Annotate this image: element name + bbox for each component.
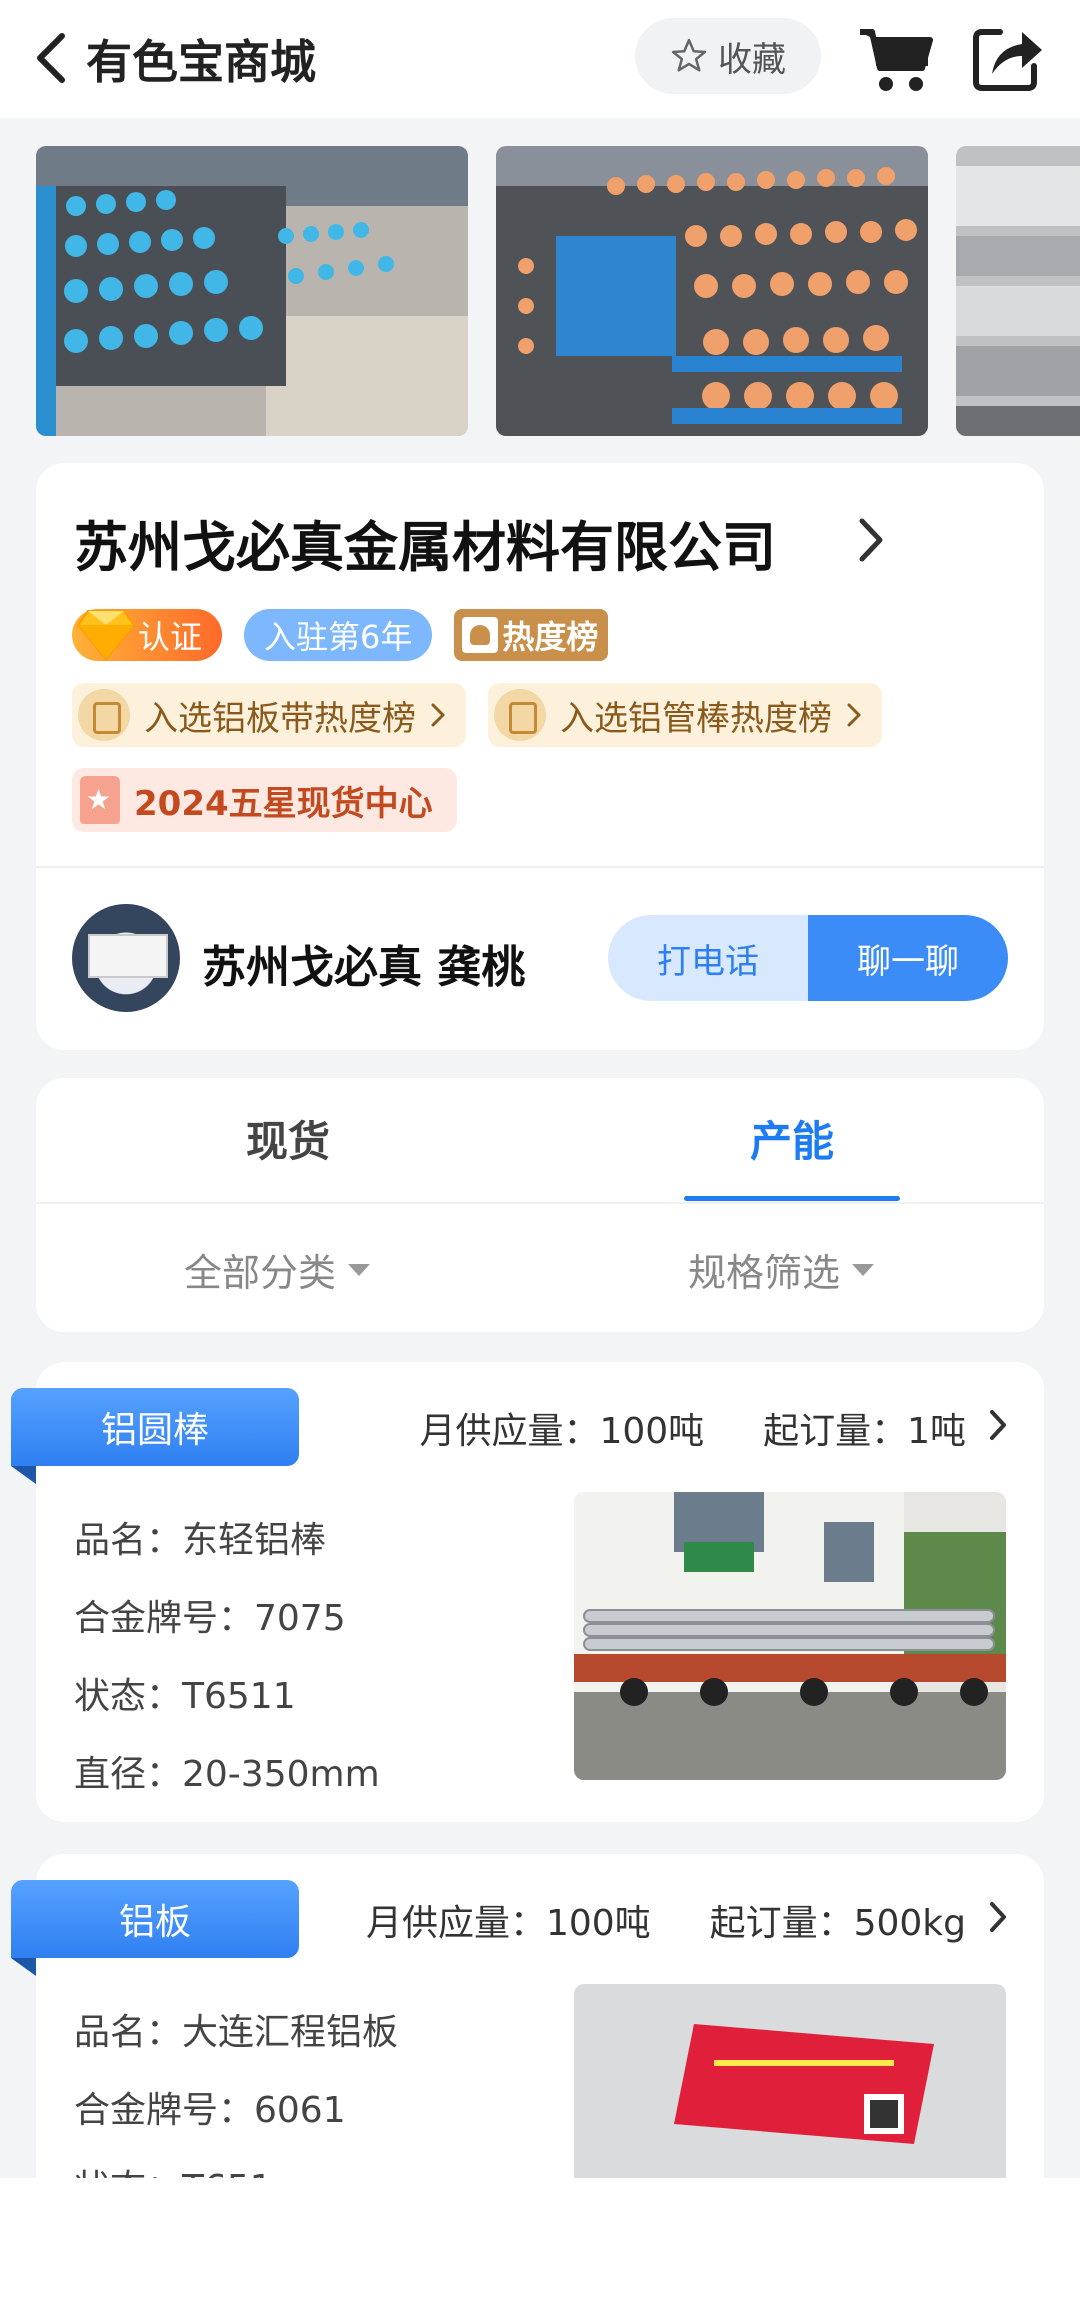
diamond-icon: [76, 610, 136, 661]
product-name: 品名：东轻铝棒: [74, 1520, 327, 1561]
min-order: 起订量：1吨: [763, 1411, 966, 1452]
ranking-tag[interactable]: 入选铝管棒热度榜: [488, 683, 882, 747]
cert-badge: 认证: [72, 609, 223, 661]
contact-name: 苏州戈必真 龚桃: [202, 942, 526, 993]
award-label: 2024五星现货中心: [134, 783, 433, 824]
product-name: 品名：大连汇程铝板: [74, 2012, 399, 2053]
spec-filter[interactable]: 规格筛选: [688, 1242, 875, 1297]
tab-spot[interactable]: 现货: [188, 1108, 388, 1169]
page-title: 有色宝商城: [86, 35, 316, 89]
cert-badge-label: 认证: [138, 618, 203, 656]
chevron-right-icon: [847, 703, 861, 727]
tabs-card: 现货 产能 全部分类 规格筛选: [36, 1078, 1044, 1332]
contact-buttons: 打电话 聊一聊: [608, 915, 1008, 1001]
gallery-photo[interactable]: [956, 146, 1080, 436]
monthly-supply: 月供应量：100吨: [419, 1411, 705, 1452]
supply-info: 月供应量：100吨 起订量：1吨: [419, 1402, 966, 1454]
favorite-button[interactable]: 收藏: [635, 18, 821, 94]
ranking-tag[interactable]: 入选铝板带热度榜: [72, 683, 466, 747]
tab-capacity[interactable]: 产能: [692, 1108, 892, 1169]
category-filter-label: 全部分类: [184, 1251, 337, 1295]
divider: [36, 1202, 1044, 1204]
chat-button[interactable]: 聊一聊: [808, 915, 1008, 1001]
hot-rank-icon: [462, 617, 499, 653]
product-alloy: 合金牌号：6061: [74, 2090, 346, 2131]
top-bar: 有色宝商城 收藏: [0, 0, 1080, 118]
min-order: 起订量：500kg: [709, 1903, 966, 1944]
hot-rank-badge: 热度榜: [454, 609, 609, 661]
star-ribbon-icon: [80, 776, 120, 824]
favorite-label: 收藏: [718, 39, 786, 80]
back-arrow-icon[interactable]: [30, 30, 74, 86]
monthly-supply: 月供应量：100吨: [365, 1903, 651, 1944]
caret-down-icon: [852, 1263, 875, 1276]
chevron-right-icon[interactable]: [988, 1408, 1008, 1442]
company-card: 苏州戈必真金属材料有限公司 认证 入驻第6年 热度榜 入选铝板带热度榜 入选铝管…: [36, 463, 1044, 1050]
supply-info: 月供应量：100吨 起订量：500kg: [366, 1894, 966, 1946]
product-category-tag: 铝圆棒: [11, 1388, 299, 1484]
share-icon[interactable]: [970, 22, 1046, 94]
company-name[interactable]: 苏州戈必真金属材料有限公司: [74, 503, 776, 582]
product-category-tag: 铝板: [11, 1880, 299, 1976]
badge-row: 认证 入驻第6年 热度榜: [72, 609, 609, 661]
product-size: 直径：20-350mm: [74, 1754, 380, 1795]
product-alloy: 合金牌号：7075: [74, 1598, 346, 1639]
hot-rank-label: 热度榜: [502, 618, 599, 656]
star-outline-icon: [671, 38, 707, 72]
avatar[interactable]: [72, 904, 180, 1012]
chevron-right-icon[interactable]: [854, 515, 888, 565]
award-badge: 2024五星现货中心: [72, 768, 457, 832]
category-filter[interactable]: 全部分类: [184, 1242, 371, 1297]
cart-icon[interactable]: [858, 24, 934, 94]
call-button[interactable]: 打电话: [608, 915, 808, 1001]
product-specs: 品名：东轻铝棒 合金牌号：7075 状态：T6511 直径：20-350mm: [74, 1502, 380, 1814]
spec-filter-label: 规格筛选: [688, 1251, 841, 1295]
ranking-label: 入选铝板带热度榜: [144, 698, 416, 739]
bottom-area: [0, 2178, 1080, 2304]
gallery-photo[interactable]: [36, 146, 468, 436]
product-state: 状态：T6511: [74, 1676, 296, 1717]
chevron-right-icon: [431, 703, 445, 727]
gallery-photo[interactable]: [496, 146, 928, 436]
photo-gallery[interactable]: [0, 146, 1080, 436]
chevron-right-icon[interactable]: [988, 1900, 1008, 1934]
ranking-row: 入选铝板带热度榜 入选铝管棒热度榜: [72, 683, 882, 747]
active-tab-indicator: [684, 1196, 900, 1201]
ranking-icon: [78, 689, 130, 741]
years-badge: 入驻第6年: [244, 609, 433, 661]
divider: [36, 866, 1044, 868]
product-photo[interactable]: [574, 1492, 1006, 1780]
product-card[interactable]: 铝圆棒 月供应量：100吨 起订量：1吨 品名：东轻铝棒 合金牌号：7075 状…: [11, 1362, 1044, 1822]
ranking-label: 入选铝管棒热度榜: [560, 698, 832, 739]
caret-down-icon: [348, 1263, 371, 1276]
ranking-icon: [494, 689, 546, 741]
